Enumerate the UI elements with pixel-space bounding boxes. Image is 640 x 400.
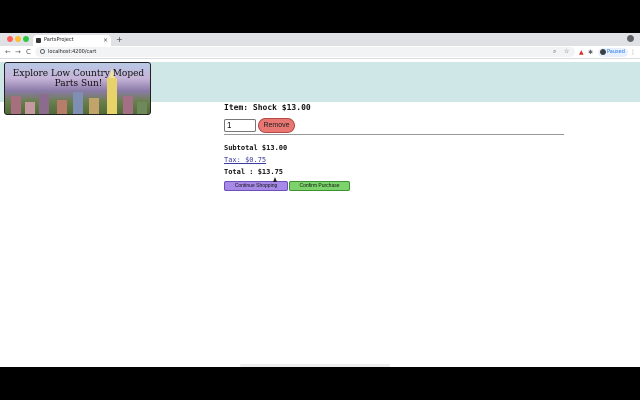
zoom-icon[interactable]: ⌕: [553, 47, 556, 57]
tab-title: PartsProject: [44, 37, 74, 43]
forward-icon[interactable]: →: [15, 47, 21, 58]
reload-icon[interactable]: C: [26, 47, 31, 58]
browser-toolbar: ← → C localhost:4200/cart ⌕ ☆ ▲ ✱ Paused…: [0, 46, 640, 59]
banner-title: Explore Low Country Moped Parts Sun!: [12, 69, 145, 89]
bottom-shadow: [240, 364, 390, 367]
new-tab-icon[interactable]: +: [116, 34, 123, 45]
minimize-window-icon[interactable]: [15, 36, 21, 42]
cart-item-line: Item: Shock $13.00: [224, 103, 311, 112]
bookmark-star-icon[interactable]: ☆: [564, 47, 569, 57]
tab-partsproject[interactable]: PartsProject ×: [33, 35, 111, 46]
extension-icon[interactable]: ▲: [579, 48, 584, 57]
banner-image[interactable]: Explore Low Country Moped Parts Sun!: [4, 62, 151, 115]
profile-avatar-icon: [600, 49, 606, 55]
mouse-cursor-icon: [273, 177, 277, 182]
site-info-icon[interactable]: [40, 49, 45, 54]
profile-paused-button[interactable]: Paused: [598, 48, 628, 57]
cart-divider: [224, 134, 564, 135]
close-window-icon[interactable]: [7, 36, 13, 42]
address-url[interactable]: localhost:4200/cart: [48, 47, 96, 57]
tab-close-icon[interactable]: ×: [103, 36, 108, 45]
address-bar[interactable]: localhost:4200/cart ⌕ ☆: [35, 47, 575, 57]
maximize-window-icon[interactable]: [23, 36, 29, 42]
tab-search-icon[interactable]: [627, 35, 634, 42]
puzzle-icon[interactable]: ✱: [588, 48, 593, 57]
back-icon[interactable]: ←: [5, 47, 11, 58]
continue-shopping-button[interactable]: Continue Shopping: [224, 181, 288, 191]
total-text: Total : $13.75: [224, 168, 284, 176]
subtotal-text: Subtotal $13.00: [224, 144, 288, 152]
tax-text: Tax: $0.75: [224, 156, 267, 164]
tab-strip: PartsProject × +: [0, 33, 640, 46]
confirm-purchase-button[interactable]: Confirm Purchase: [289, 181, 350, 191]
profile-status: Paused: [607, 49, 625, 55]
tab-favicon-icon: [36, 38, 41, 43]
quantity-input[interactable]: [224, 119, 256, 132]
remove-button[interactable]: Remove: [258, 118, 295, 133]
kebab-menu-icon[interactable]: ⋮: [630, 48, 636, 57]
